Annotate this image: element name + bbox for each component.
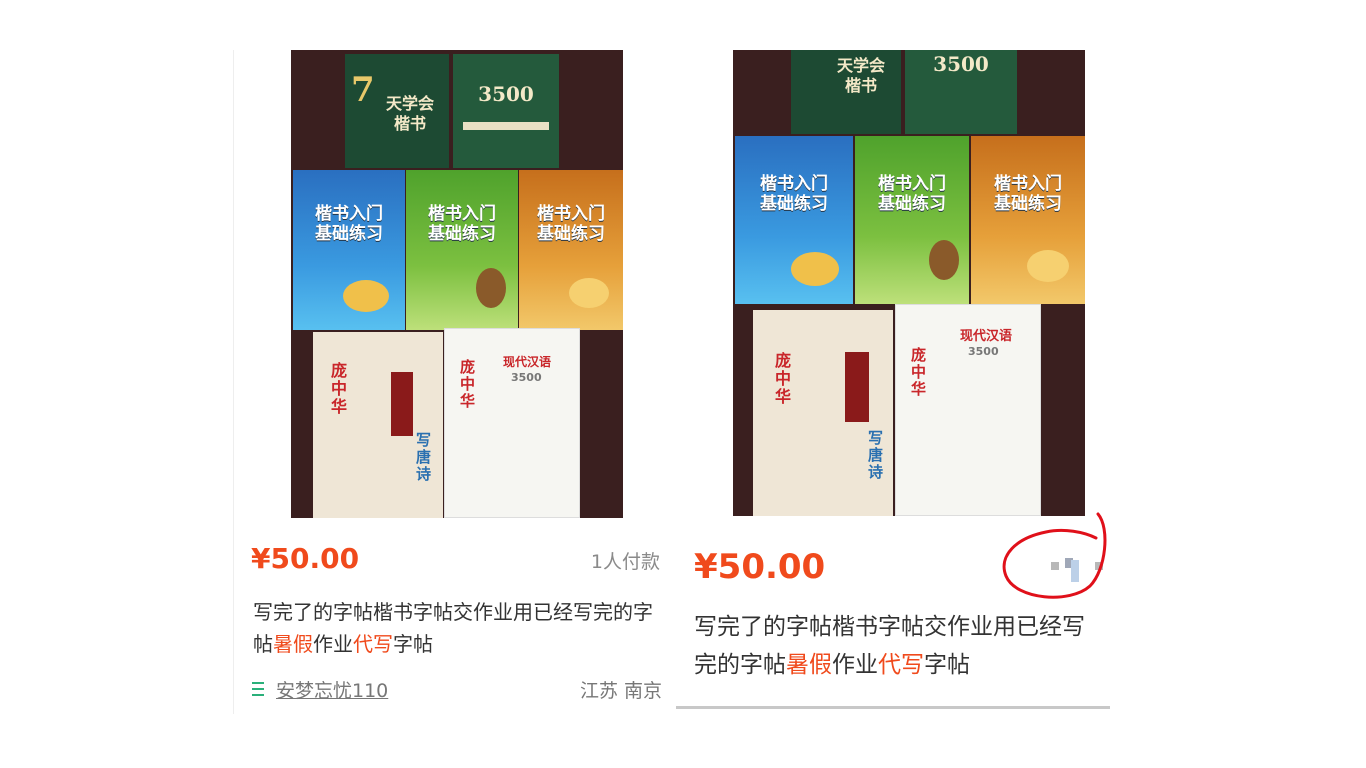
highlight-keyword: 暑假 [273,632,313,656]
product-card-left[interactable]: 7 天学会 楷书 3500 楷书入门 基础练习 楷书入门 基础练习 楷书入门 基… [233,50,672,714]
book-modern-hanzi: 现代汉语 3500 庞中华 [444,328,580,518]
highlight-keyword: 暑假 [786,652,832,678]
product-title[interactable]: 写完了的字帖楷书字帖交作业用已经写完的字帖暑假作业代写字帖 [694,608,1106,684]
book-author: 庞中华 [458,359,476,410]
book-series-green: 楷书入门 基础练习 [855,136,969,304]
book-title: 现代汉语 [960,329,1013,344]
cartoon-figure [929,240,959,280]
product-card-right[interactable]: 天学会 楷书 3500 楷书入门 基础练习 楷书入门 基础练习 楷书入门 基础练… [676,50,1110,709]
book-series-orange: 楷书入门 基础练习 [519,170,623,330]
price: ¥50.00 [694,547,826,587]
book-title: 现代汉语 [503,355,552,369]
book-title: 楷书入门 基础练习 [537,204,605,244]
book-title: 楷书入门 基础练习 [760,174,828,214]
title-text: 作业 [832,652,878,678]
book-title: 写唐诗 [866,430,884,481]
book-number: 3500 [511,371,542,384]
product-photo[interactable]: 7 天学会 楷书 3500 楷书入门 基础练习 楷书入门 基础练习 楷书入门 基… [291,50,623,518]
book-3500: 3500 [453,54,559,168]
book-title: 楷书入门 基础练习 [994,174,1062,214]
book-number: 3500 [968,345,999,358]
book-series-green: 楷书入门 基础练习 [406,170,518,330]
book-series-blue: 楷书入门 基础练习 [735,136,853,304]
cartoon-figure [343,280,389,312]
book-title: 楷书入门 基础练习 [315,204,383,244]
cartoon-figure [569,278,609,308]
book-modern-hanzi: 现代汉语 3500 庞中华 [895,304,1041,516]
book-stripe [463,122,549,130]
book-pang-zhonghua-poems: 庞中华 写唐诗 [313,332,443,518]
seller-location: 江苏 南京 [579,680,662,702]
book-title: 天学会 楷书 [836,56,885,95]
book-author: 庞中华 [328,362,347,416]
seller-row: 安梦忘忧110 江苏 南京 [252,676,662,704]
cartoon-figure [1027,250,1069,282]
book-author: 庞中华 [909,347,927,398]
book-title: 楷书入门 基础练习 [428,204,496,244]
paid-count: 1人付款 [590,551,660,573]
book-title: 写唐诗 [414,432,432,483]
book-pang-zhonghua-poems: 庞中华 写唐诗 [753,310,893,516]
cartoon-figure [791,252,839,286]
book-title: 楷书入门 基础练习 [878,174,946,214]
shop-list-icon [252,682,264,696]
book-author: 庞中华 [772,352,791,406]
product-photo[interactable]: 天学会 楷书 3500 楷书入门 基础练习 楷书入门 基础练习 楷书入门 基础练… [733,50,1085,516]
cartoon-figure [476,268,506,308]
book-seal-strip [845,352,869,422]
title-text: 作业 [313,632,353,656]
product-title[interactable]: 写完了的字帖楷书字帖交作业用已经写完的字帖暑假作业代写字帖 [253,596,663,660]
book-7-days-kaishu: 天学会 楷书 [791,50,901,134]
book-series-blue: 楷书入门 基础练习 [293,170,405,330]
price: ¥50.00 [251,542,360,575]
book-series-orange: 楷书入门 基础练习 [971,136,1085,304]
book-7-days-kaishu: 7 天学会 楷书 [345,54,449,168]
book-number: 3500 [933,52,989,76]
red-circle-annotation [1002,512,1107,599]
book-3500: 3500 [905,50,1017,134]
book-title: 天学会 楷书 [385,94,434,133]
title-text: 字帖 [924,652,970,678]
title-text: 字帖 [393,632,433,656]
highlight-keyword: 代写 [353,632,393,656]
book-seal-strip [391,372,413,436]
seller-name-link[interactable]: 安梦忘忧110 [276,676,388,703]
book-number: 3500 [478,82,534,106]
highlight-keyword: 代写 [878,652,924,678]
